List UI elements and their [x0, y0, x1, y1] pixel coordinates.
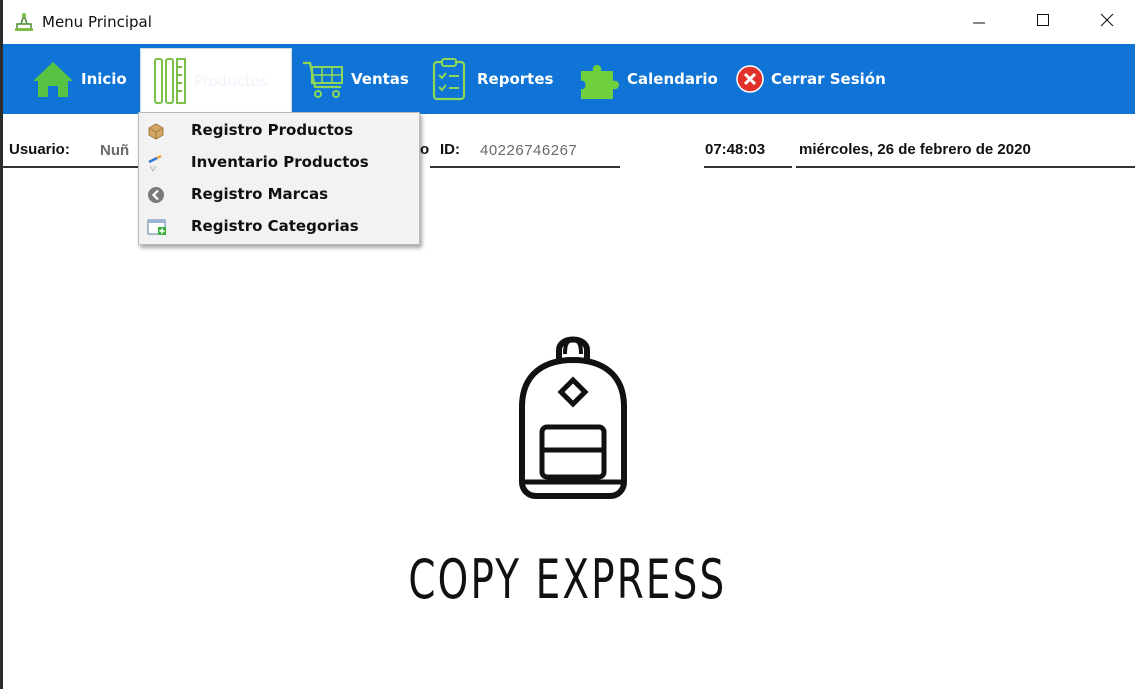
date-underline	[796, 166, 1135, 168]
menu-item-ventas[interactable]: Ventas	[299, 44, 411, 114]
menu-item-reportes[interactable]: Reportes	[429, 44, 557, 114]
cart-icon	[301, 57, 347, 101]
user-value: Nuñ	[100, 142, 130, 159]
add-window-icon	[147, 218, 166, 236]
user-label: Usuario:	[9, 141, 70, 158]
box-icon	[147, 122, 165, 140]
home-icon	[31, 59, 75, 99]
puzzle-icon	[575, 57, 625, 101]
maximize-icon	[1036, 13, 1050, 32]
pencil-icon	[147, 154, 165, 172]
menu-item-productos[interactable]: Productos	[140, 48, 292, 114]
productos-dropdown: Registro Productos Inventario Productos …	[138, 112, 420, 245]
dropdown-item-registro-categorias[interactable]: Registro Categorias	[139, 211, 419, 243]
dropdown-item-inventario-productos[interactable]: Inventario Productos	[139, 147, 419, 179]
maximize-button[interactable]	[1015, 0, 1071, 44]
backpack-icon	[514, 332, 632, 500]
window-title: Menu Principal	[42, 13, 152, 31]
dropdown-item-registro-marcas[interactable]: Registro Marcas	[139, 179, 419, 211]
menu-item-calendario[interactable]: Calendario	[573, 44, 721, 114]
menu-item-cerrar-sesion[interactable]: Cerrar Sesión	[731, 44, 891, 114]
clock-time: 07:48:03	[705, 141, 766, 158]
close-window-button[interactable]	[1079, 0, 1135, 44]
app-icon	[13, 11, 35, 33]
clipboard-icon	[431, 57, 467, 101]
close-icon	[1100, 13, 1114, 32]
minimize-button[interactable]	[951, 0, 1007, 44]
time-underline	[704, 166, 792, 168]
dropdown-item-registro-productos[interactable]: Registro Productos	[139, 115, 419, 147]
partial-text: o	[420, 141, 430, 158]
title-bar: Menu Principal	[3, 0, 1135, 44]
main-menu-bar: Inicio Productos Ventas Reportes Calenda…	[3, 44, 1135, 114]
back-circle-icon	[147, 186, 165, 204]
menu-item-inicio[interactable]: Inicio	[11, 44, 139, 114]
close-circle-icon	[735, 64, 765, 94]
minimize-icon	[972, 13, 986, 32]
current-date: miércoles, 26 de febrero de 2020	[799, 141, 1031, 158]
brand-name: COPY EXPRESS	[408, 548, 727, 611]
id-label: ID:	[440, 141, 460, 158]
tools-icon	[152, 55, 188, 107]
id-underline	[430, 166, 620, 168]
id-value: 40226746267	[480, 142, 578, 159]
